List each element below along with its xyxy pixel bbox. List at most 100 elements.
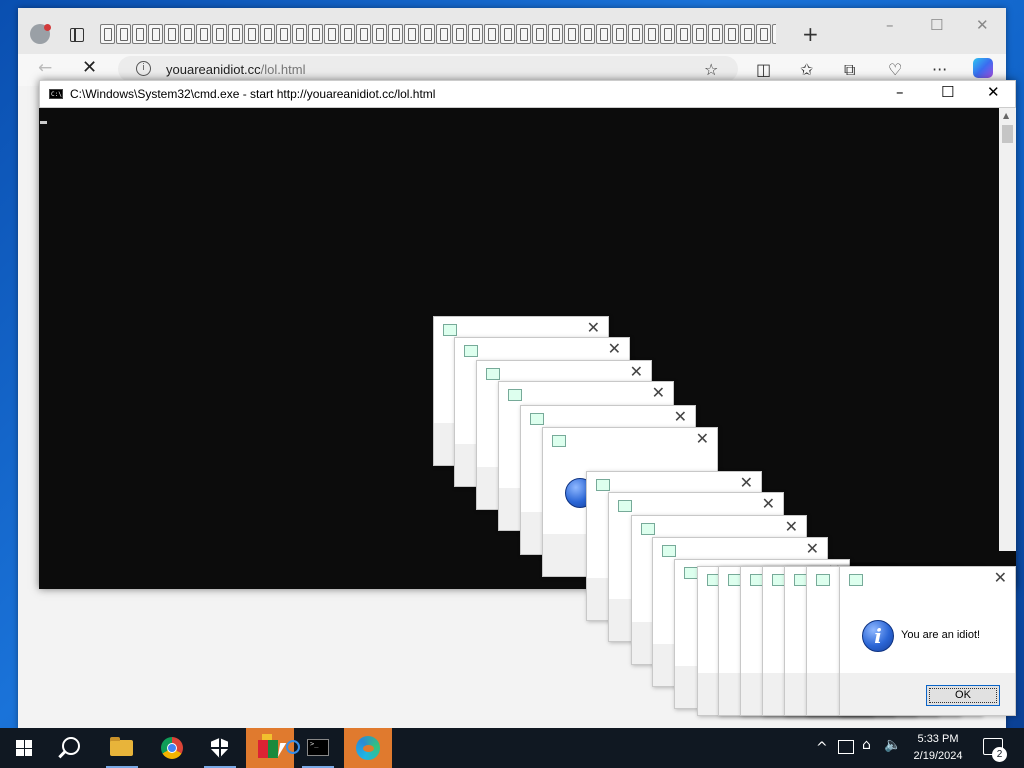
browser-tab[interactable] <box>356 24 371 44</box>
browser-tab[interactable] <box>772 24 776 44</box>
popup-close-button[interactable]: ✕ <box>740 473 753 492</box>
browser-tab[interactable] <box>164 24 179 44</box>
browser-tab[interactable] <box>276 24 291 44</box>
browser-tab[interactable] <box>596 24 611 44</box>
browser-tab[interactable] <box>612 24 627 44</box>
performance-icon[interactable]: ♡ <box>888 60 902 79</box>
popup-close-button[interactable]: ✕ <box>696 429 709 448</box>
browser-tab[interactable] <box>692 24 707 44</box>
browser-minimize-button[interactable]: – <box>886 16 894 34</box>
taskbar-terminal[interactable]: >_ <box>294 728 342 768</box>
browser-tab[interactable] <box>740 24 755 44</box>
browser-tab[interactable] <box>324 24 339 44</box>
more-options-icon[interactable]: ··· <box>932 60 947 79</box>
browser-tab[interactable] <box>500 24 515 44</box>
scroll-up-arrow-icon[interactable]: ▲ <box>1003 111 1009 120</box>
popup-close-button[interactable]: ✕ <box>762 494 775 513</box>
popup-close-button[interactable]: ✕ <box>674 407 687 426</box>
browser-tab[interactable] <box>484 24 499 44</box>
copilot-icon[interactable] <box>973 58 993 78</box>
browser-tab[interactable] <box>580 24 595 44</box>
browser-tab[interactable] <box>532 24 547 44</box>
browser-tab[interactable] <box>708 24 723 44</box>
taskbar-security[interactable] <box>196 728 244 768</box>
browser-tab[interactable] <box>100 24 115 44</box>
network-icon[interactable]: ⌂ <box>862 737 871 753</box>
browser-tab[interactable] <box>228 24 243 44</box>
browser-tab[interactable] <box>180 24 195 44</box>
browser-tab[interactable] <box>148 24 163 44</box>
browser-tab[interactable] <box>660 24 675 44</box>
shield-icon <box>211 738 228 758</box>
popup-app-icon <box>662 545 676 557</box>
notification-count-badge: 2 <box>992 747 1007 762</box>
browser-tab[interactable] <box>372 24 387 44</box>
browser-tab[interactable] <box>260 24 275 44</box>
volume-muted-icon[interactable]: 🔈 <box>884 737 901 753</box>
security-tray-icon[interactable] <box>838 740 854 754</box>
browser-close-button[interactable]: ✕ <box>976 16 989 34</box>
browser-tab[interactable] <box>308 24 323 44</box>
cmd-close-button[interactable]: ✕ <box>987 83 1000 101</box>
browser-tab[interactable] <box>724 24 739 44</box>
scroll-thumb[interactable] <box>1002 125 1013 143</box>
browser-tab[interactable] <box>196 24 211 44</box>
ok-button[interactable]: OK <box>926 685 1000 706</box>
browser-tab[interactable] <box>548 24 563 44</box>
browser-tab[interactable] <box>116 24 131 44</box>
popup-close-button[interactable]: ✕ <box>630 362 643 381</box>
taskbar-popup-app[interactable] <box>246 728 300 768</box>
browser-tab[interactable] <box>292 24 307 44</box>
tab-strip[interactable] <box>100 24 776 46</box>
browser-tab[interactable] <box>644 24 659 44</box>
favorite-star-icon[interactable]: ☆ <box>704 60 718 79</box>
browser-tab[interactable] <box>212 24 227 44</box>
browser-tab[interactable] <box>516 24 531 44</box>
browser-tab[interactable] <box>420 24 435 44</box>
popup-close-button[interactable]: ✕ <box>587 318 600 337</box>
browser-tab[interactable] <box>564 24 579 44</box>
taskbar-file-explorer[interactable] <box>98 728 146 768</box>
site-info-icon[interactable]: i <box>136 61 151 76</box>
popup-close-button[interactable]: ✕ <box>806 539 819 558</box>
show-hidden-icons-chevron[interactable]: ^ <box>816 740 828 756</box>
popup-app-icon <box>596 479 610 491</box>
url-input[interactable]: i youareanidiot.cc/lol.html <box>118 56 738 82</box>
popup-close-button[interactable]: ✕ <box>994 568 1007 587</box>
popup-close-button[interactable]: ✕ <box>652 383 665 402</box>
browser-tab[interactable] <box>340 24 355 44</box>
cmd-maximize-button[interactable]: ☐ <box>941 83 954 101</box>
browser-tab[interactable] <box>404 24 419 44</box>
browser-tab[interactable] <box>436 24 451 44</box>
split-screen-icon[interactable]: ◫ <box>756 60 771 79</box>
browser-tab[interactable] <box>756 24 771 44</box>
popup-app-icon <box>530 413 544 425</box>
taskbar-edge[interactable] <box>344 728 392 768</box>
popup-app-icon <box>552 435 566 447</box>
browser-tab[interactable] <box>388 24 403 44</box>
collections-icon[interactable]: ⧉ <box>844 60 855 80</box>
new-tab-button[interactable]: + <box>802 22 819 46</box>
back-button[interactable]: ← <box>38 58 52 78</box>
browser-tab[interactable] <box>468 24 483 44</box>
tab-actions-icon[interactable] <box>70 28 84 42</box>
stop-loading-button[interactable]: ✕ <box>82 57 97 78</box>
browser-tab[interactable] <box>452 24 467 44</box>
start-button[interactable] <box>0 728 48 768</box>
taskbar-chrome[interactable] <box>148 728 196 768</box>
cmd-title-bar[interactable]: C:\ C:\Windows\System32\cmd.exe - start … <box>39 80 1016 108</box>
browser-tab[interactable] <box>132 24 147 44</box>
popup-close-button[interactable]: ✕ <box>608 339 621 358</box>
cmd-minimize-button[interactable]: – <box>896 83 904 101</box>
edge-icon <box>356 736 380 760</box>
search-button[interactable] <box>48 728 96 768</box>
profile-notification-dot <box>44 24 51 31</box>
favorites-icon[interactable]: ✩ <box>800 60 813 79</box>
popup-close-button[interactable]: ✕ <box>785 517 798 536</box>
cmd-scrollbar[interactable]: ▲ <box>999 108 1016 551</box>
browser-tab[interactable] <box>244 24 259 44</box>
browser-tab[interactable] <box>676 24 691 44</box>
system-clock[interactable]: 5:33 PM 2/19/2024 <box>900 731 976 765</box>
browser-tab[interactable] <box>628 24 643 44</box>
browser-maximize-button[interactable]: ☐ <box>930 16 943 34</box>
